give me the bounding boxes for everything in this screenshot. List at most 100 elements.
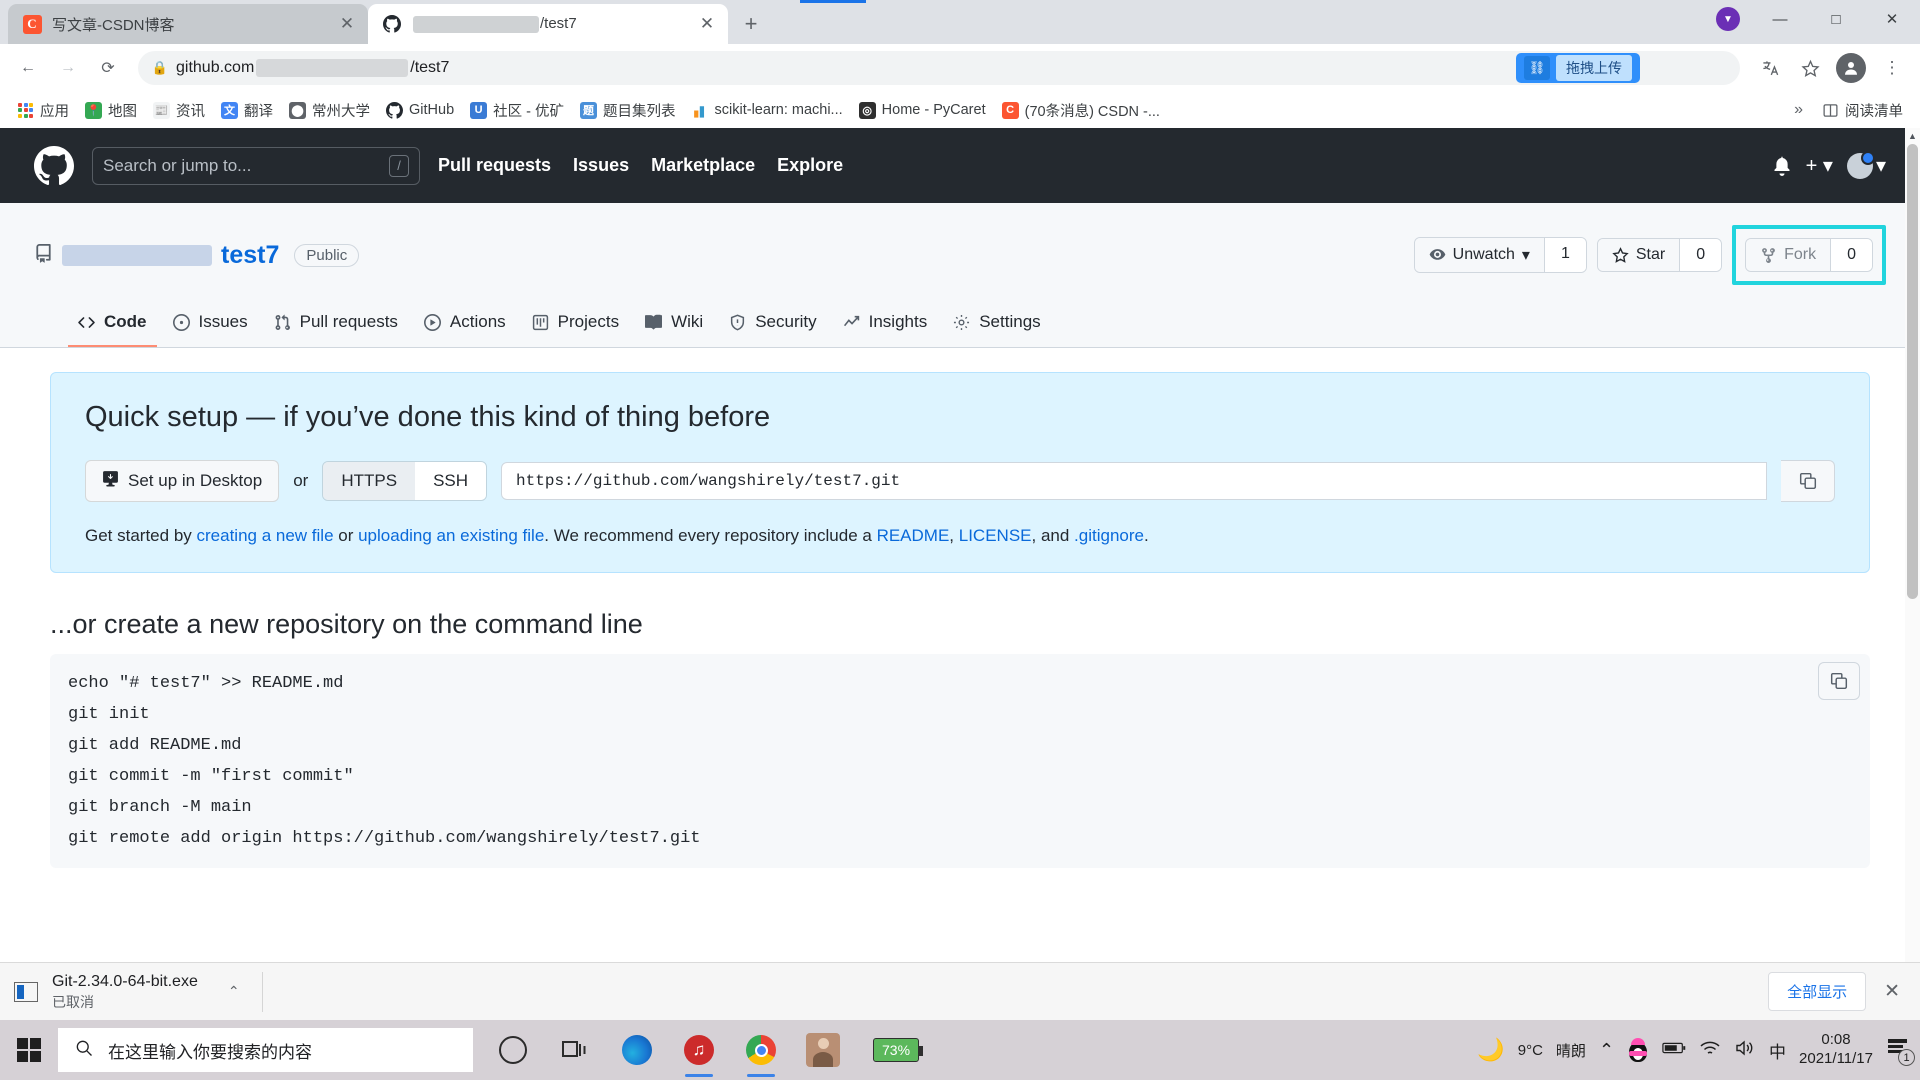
cortana-icon[interactable] (485, 1022, 541, 1078)
bookmarks-overflow-icon[interactable]: » (1786, 97, 1811, 123)
close-icon[interactable]: ✕ (1878, 980, 1906, 1003)
nav-marketplace[interactable]: Marketplace (651, 155, 755, 176)
repo-owner-redacted[interactable] (62, 244, 212, 266)
show-all-downloads-button[interactable]: 全部显示 (1768, 972, 1867, 1011)
browser-window: C 写文章-CSDN博客 ✕ /test7 ✕ + ▼ — □ ✕ ← → ⟳ … (0, 0, 1920, 1020)
bookmark-uqer[interactable]: U 社区 - 优矿 (463, 96, 571, 125)
search-input[interactable]: Search or jump to... / (92, 146, 420, 185)
chevron-up-icon[interactable]: ⌃ (228, 983, 240, 1000)
star-button-group[interactable]: Star 0 (1596, 238, 1723, 272)
creating-a-new-file-link[interactable]: creating a new file (197, 526, 334, 545)
taskbar-search-input[interactable]: 在这里输入你要搜索的内容 (58, 1028, 473, 1072)
bookmark-github[interactable]: GitHub (379, 98, 461, 123)
tab-wiki[interactable]: Wiki (635, 303, 713, 347)
battery-icon[interactable] (1662, 1040, 1686, 1060)
tray-overflow-chevron-icon[interactable]: ⌃ (1599, 1040, 1614, 1061)
tab-projects[interactable]: Projects (522, 303, 629, 347)
ime-indicator[interactable]: 中 (1769, 1038, 1786, 1063)
copy-icon[interactable] (1818, 662, 1860, 700)
fork-button-group[interactable]: Fork 0 (1745, 238, 1873, 272)
github-mark-icon[interactable] (34, 145, 74, 186)
upload-extension-button[interactable]: ⛓ 拖拽上传 (1516, 53, 1640, 83)
avatar[interactable]: ▾ (1846, 150, 1886, 179)
star-button[interactable]: Star (1597, 239, 1680, 271)
github-header-right: + ▾ ▾ (1772, 150, 1886, 179)
bookmark-news[interactable]: 📰 资讯 (146, 96, 212, 125)
battery-percent-badge[interactable]: 73% (873, 1038, 924, 1062)
address-bar[interactable]: 🔒 github.com/test7 ⛓ 拖拽上传 (138, 51, 1740, 85)
watch-count[interactable]: 1 (1543, 238, 1586, 272)
translate-icon[interactable] (1752, 50, 1788, 86)
nav-issues[interactable]: Issues (573, 155, 629, 176)
bell-icon[interactable] (1772, 156, 1792, 176)
google-chrome-icon[interactable] (733, 1022, 789, 1078)
photos-app-icon[interactable] (795, 1022, 851, 1078)
tab-pull-requests[interactable]: Pull requests (264, 303, 408, 347)
bookmark-problem-list[interactable]: 题 题目集列表 (573, 96, 683, 125)
uploading-existing-file-link[interactable]: uploading an existing file (358, 526, 544, 545)
volume-icon[interactable] (1734, 1039, 1756, 1061)
tab-insights[interactable]: Insights (833, 303, 938, 347)
scrollbar-thumb[interactable] (1907, 144, 1918, 599)
unwatch-button[interactable]: Unwatch ▾ (1414, 238, 1544, 272)
windows-start-icon[interactable] (0, 1020, 58, 1080)
license-link[interactable]: LICENSE (959, 526, 1032, 545)
microsoft-edge-icon[interactable] (609, 1022, 665, 1078)
bookmark-star-icon[interactable] (1792, 50, 1828, 86)
plus-icon[interactable]: + ▾ (1806, 153, 1833, 178)
nav-explore[interactable]: Explore (777, 155, 843, 176)
scroll-up-icon[interactable]: ▲ (1905, 128, 1920, 144)
close-window-button[interactable]: ✕ (1864, 0, 1920, 38)
bookmark-apps[interactable]: 应用 (10, 96, 76, 125)
close-icon[interactable]: ✕ (336, 13, 358, 35)
menu-icon[interactable]: ⋮ (1874, 50, 1910, 86)
tab-settings[interactable]: Settings (943, 303, 1050, 347)
minimize-button[interactable]: — (1752, 0, 1808, 38)
reload-icon[interactable]: ⟳ (90, 50, 126, 86)
footer-period: . (1143, 526, 1149, 545)
netease-music-icon[interactable]: ♫ (671, 1022, 727, 1078)
bookmark-pycaret[interactable]: ◎ Home - PyCaret (852, 98, 993, 123)
page-scrollbar[interactable]: ▲ (1905, 128, 1920, 1020)
tab-actions[interactable]: Actions (414, 303, 516, 347)
taskbar-clock[interactable]: 0:08 2021/11/17 (1799, 1031, 1873, 1069)
gitignore-link[interactable]: .gitignore (1074, 526, 1144, 545)
bookmark-translate[interactable]: 文 翻译 (214, 96, 280, 125)
tab-issues[interactable]: Issues (163, 303, 258, 347)
qq-penguin-icon[interactable] (1627, 1038, 1649, 1062)
action-center-icon[interactable]: 1 (1886, 1037, 1915, 1066)
task-view-icon[interactable] (547, 1022, 603, 1078)
protocol-ssh-button[interactable]: SSH (415, 462, 487, 500)
bookmark-university[interactable]: ⬤ 常州大学 (282, 96, 377, 125)
footer-comma: , (949, 526, 959, 545)
reading-list-button[interactable]: 阅读清单 (1815, 96, 1910, 125)
nav-pull-requests[interactable]: Pull requests (438, 155, 551, 176)
back-icon[interactable]: ← (10, 50, 46, 86)
wifi-icon[interactable] (1699, 1040, 1721, 1061)
new-tab-button[interactable]: + (734, 7, 768, 41)
maximize-button[interactable]: □ (1808, 0, 1864, 38)
download-item[interactable]: Git-2.34.0-64-bit.exe 已取消 ⌃ (14, 971, 263, 1012)
readme-link[interactable]: README (877, 526, 950, 545)
bookmark-csdn[interactable]: C (70条消息) CSDN -... (995, 96, 1167, 125)
bookmark-scikit-learn[interactable]: scikit-learn: machi... (685, 98, 850, 123)
tab-github-test7[interactable]: /test7 ✕ (368, 4, 728, 44)
tab-code[interactable]: Code (68, 303, 157, 347)
clone-url-input[interactable]: https://github.com/wangshirely/test7.git (501, 462, 1767, 500)
tab-csdn[interactable]: C 写文章-CSDN博客 ✕ (8, 4, 368, 44)
close-icon[interactable]: ✕ (696, 13, 718, 35)
protocol-https-button[interactable]: HTTPS (323, 462, 416, 500)
profile-icon[interactable] (1836, 53, 1866, 83)
extension-badge-icon[interactable]: ▼ (1704, 0, 1752, 38)
fork-count[interactable]: 0 (1830, 239, 1872, 271)
bookmark-maps[interactable]: 📍 地图 (78, 96, 144, 125)
repo-name[interactable]: test7 (221, 241, 279, 270)
setup-in-desktop-button[interactable]: Set up in Desktop (85, 460, 280, 502)
star-count[interactable]: 0 (1679, 239, 1722, 271)
footer-mid3: , and (1031, 526, 1075, 545)
tab-security[interactable]: Security (719, 303, 826, 347)
watch-button-group[interactable]: Unwatch ▾ 1 (1413, 237, 1587, 273)
fork-button[interactable]: Fork (1746, 239, 1831, 271)
copy-icon[interactable] (1781, 460, 1835, 502)
forward-icon[interactable]: → (50, 50, 86, 86)
